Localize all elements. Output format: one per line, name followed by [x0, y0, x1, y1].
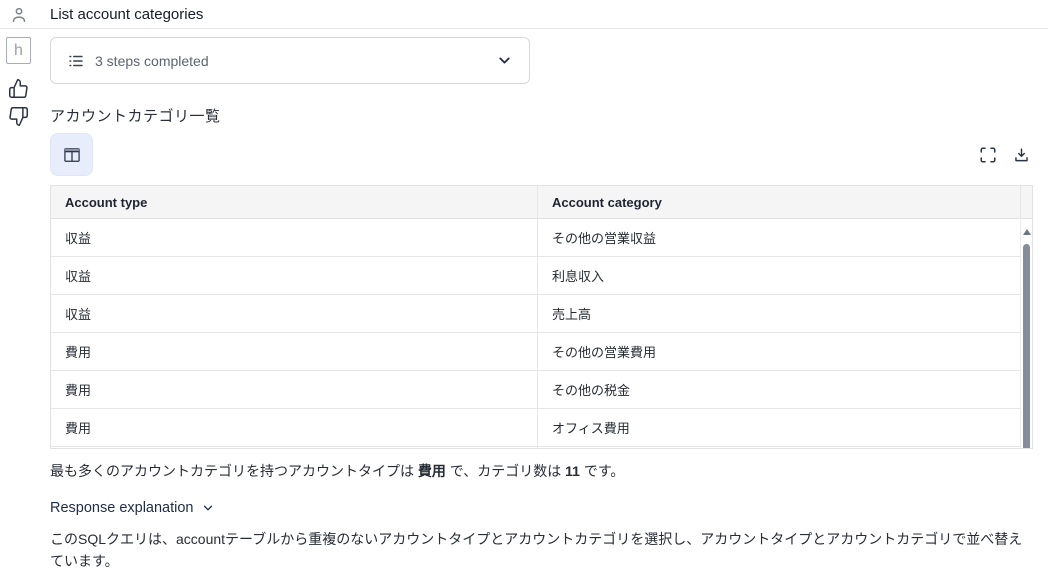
table-row: 収益 売上高	[51, 295, 1032, 333]
results-table: Account type Account category 収益 その他の営業収…	[50, 185, 1033, 449]
scroll-up-arrow-icon[interactable]	[1023, 229, 1031, 235]
steps-dropdown[interactable]: 3 steps completed	[50, 37, 530, 84]
cell-account-type: 収益	[51, 295, 538, 332]
user-avatar-icon	[9, 5, 29, 25]
table-scrollbar[interactable]	[1020, 220, 1032, 448]
header-scroll-spacer	[1020, 186, 1032, 218]
table-view-button[interactable]	[50, 133, 93, 176]
table-header-row: Account type Account category	[51, 186, 1032, 219]
table-row-partial	[51, 447, 1032, 449]
table-row: 収益 その他の営業収益	[51, 219, 1032, 257]
logo-letter: h	[14, 42, 23, 60]
response-explanation-toggle[interactable]: Response explanation	[50, 500, 215, 516]
cell-account-type: 費用	[51, 333, 538, 370]
summary-part: 最も多くのアカウントカテゴリを持つアカウントタイプは	[50, 463, 418, 479]
explanation-body: このSQLクエリは、accountテーブルから重複のないアカウントタイプとアカウ…	[50, 529, 1035, 572]
cell-account-type: 費用	[51, 409, 538, 446]
cell-account-category: その他の営業収益	[538, 219, 1032, 256]
download-button[interactable]	[1010, 144, 1032, 166]
steps-dropdown-label: 3 steps completed	[95, 53, 496, 69]
steps-list-icon	[67, 52, 85, 70]
thumbs-down-icon[interactable]	[8, 106, 29, 127]
table-row: 費用 その他の税金	[51, 371, 1032, 409]
table-icon	[62, 145, 82, 165]
scrollbar-thumb[interactable]	[1023, 244, 1030, 448]
chevron-down-icon	[201, 501, 215, 515]
cell-account-type: 費用	[51, 371, 538, 408]
table-row: 費用 オフィス費用	[51, 409, 1032, 447]
cell-account-category: 利息収入	[538, 257, 1032, 294]
maximize-icon	[979, 146, 997, 164]
summary-highlight-type: 費用	[418, 463, 446, 479]
column-header-account-category: Account category	[538, 186, 1020, 218]
thumbs-up-icon[interactable]	[8, 78, 29, 99]
cell-account-type: 収益	[51, 257, 538, 294]
assistant-logo-icon: h	[6, 37, 31, 64]
cell-account-category: その他の営業費用	[538, 333, 1032, 370]
response-explanation-label: Response explanation	[50, 500, 194, 516]
result-heading: アカウントカテゴリ一覧	[50, 105, 221, 126]
fullscreen-button[interactable]	[977, 144, 999, 166]
table-row: 費用 その他の営業費用	[51, 333, 1032, 371]
cell-account-category: 売上高	[538, 295, 1032, 332]
cell-account-category: オフィス費用	[538, 409, 1032, 446]
cell-account-category: その他の税金	[538, 371, 1032, 408]
download-icon	[1012, 146, 1031, 165]
table-row: 収益 利息収入	[51, 257, 1032, 295]
summary-highlight-count: 11	[565, 463, 580, 479]
summary-text: 最も多くのアカウントカテゴリを持つアカウントタイプは 費用 で、カテゴリ数は 1…	[50, 461, 1035, 481]
chevron-down-icon	[496, 52, 513, 69]
cell-account-type: 収益	[51, 219, 538, 256]
summary-part: で、カテゴリ数は	[446, 463, 565, 479]
column-header-account-type: Account type	[51, 186, 538, 218]
summary-part: です。	[580, 463, 625, 479]
page-title: List account categories	[50, 6, 203, 23]
